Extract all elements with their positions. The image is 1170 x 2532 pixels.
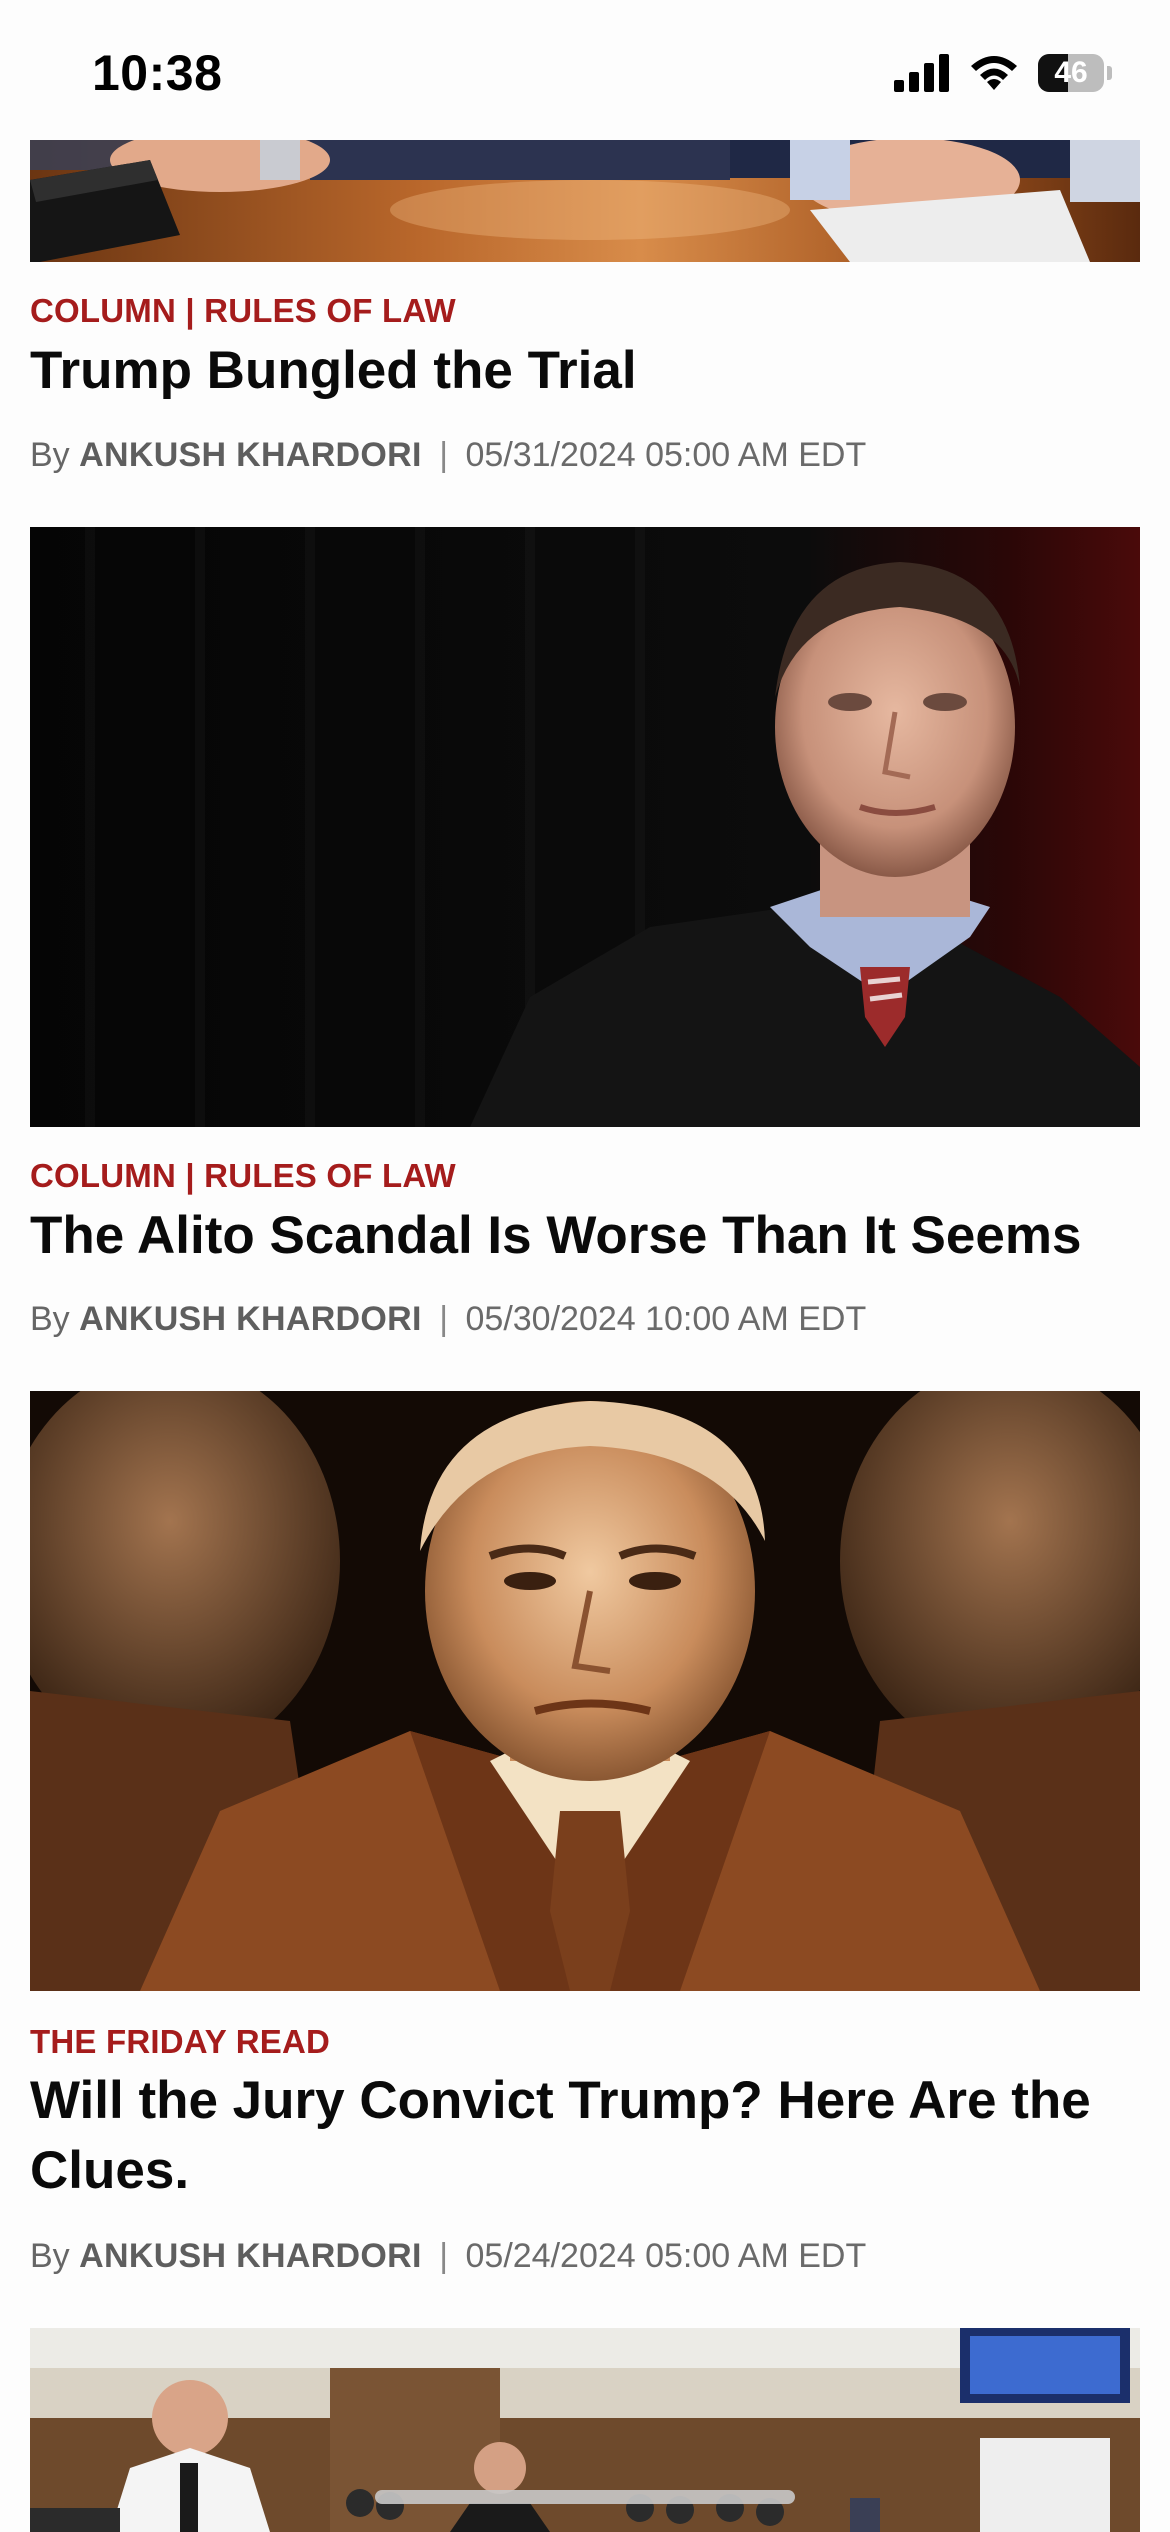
article-3-date: 05/24/2024 05:00 AM EDT <box>465 2237 867 2275</box>
article-2-byline: By ANKUSH KHARDORI | 05/30/2024 10:00 AM… <box>30 1300 866 1339</box>
article-1-author-link[interactable]: ANKUSH KHARDORI <box>79 436 422 474</box>
article-2-date: 05/30/2024 10:00 AM EDT <box>465 1300 867 1338</box>
article-2-headline[interactable]: The Alito Scandal Is Worse Than It Seems <box>30 1201 1140 1271</box>
article-3-image[interactable] <box>30 1391 1140 1991</box>
article-3-byline: By ANKUSH KHARDORI | 05/24/2024 05:00 AM… <box>30 2237 866 2276</box>
article-1-date: 05/31/2024 05:00 AM EDT <box>465 436 867 474</box>
article-1-image[interactable] <box>30 140 1140 262</box>
home-indicator[interactable] <box>375 2490 795 2504</box>
status-icons: 46 <box>894 52 1112 94</box>
battery-level: 46 <box>1054 56 1088 89</box>
cellular-signal-icon <box>894 54 949 92</box>
article-2-byline-separator: | <box>439 1300 449 1338</box>
status-time: 10:38 <box>92 45 223 101</box>
wifi-icon <box>971 56 1017 90</box>
article-3-byline-separator: | <box>439 2237 449 2275</box>
battery-icon: 46 <box>1038 54 1112 92</box>
article-3-kicker[interactable]: THE FRIDAY READ <box>30 2023 330 2061</box>
article-2-by-label: By <box>30 1300 70 1338</box>
article-3-author-link[interactable]: ANKUSH KHARDORI <box>79 2237 422 2275</box>
article-1-headline[interactable]: Trump Bungled the Trial <box>30 336 1140 406</box>
screen: COLUMN | RULES OF LAW Trump Bungled the … <box>0 0 1170 2532</box>
status-bar: 10:38 46 <box>0 0 1170 140</box>
article-3-headline[interactable]: Will the Jury Convict Trump? Here Are th… <box>30 2066 1140 2206</box>
article-3-by-label: By <box>30 2237 70 2275</box>
article-1-kicker[interactable]: COLUMN | RULES OF LAW <box>30 292 456 330</box>
article-1-by-label: By <box>30 436 70 474</box>
article-2-image[interactable] <box>30 527 1140 1127</box>
article-2-author-link[interactable]: ANKUSH KHARDORI <box>79 1300 422 1338</box>
article-2-kicker[interactable]: COLUMN | RULES OF LAW <box>30 1157 456 1195</box>
article-1-byline: By ANKUSH KHARDORI | 05/31/2024 05:00 AM… <box>30 436 866 475</box>
article-1-byline-separator: | <box>439 436 449 474</box>
